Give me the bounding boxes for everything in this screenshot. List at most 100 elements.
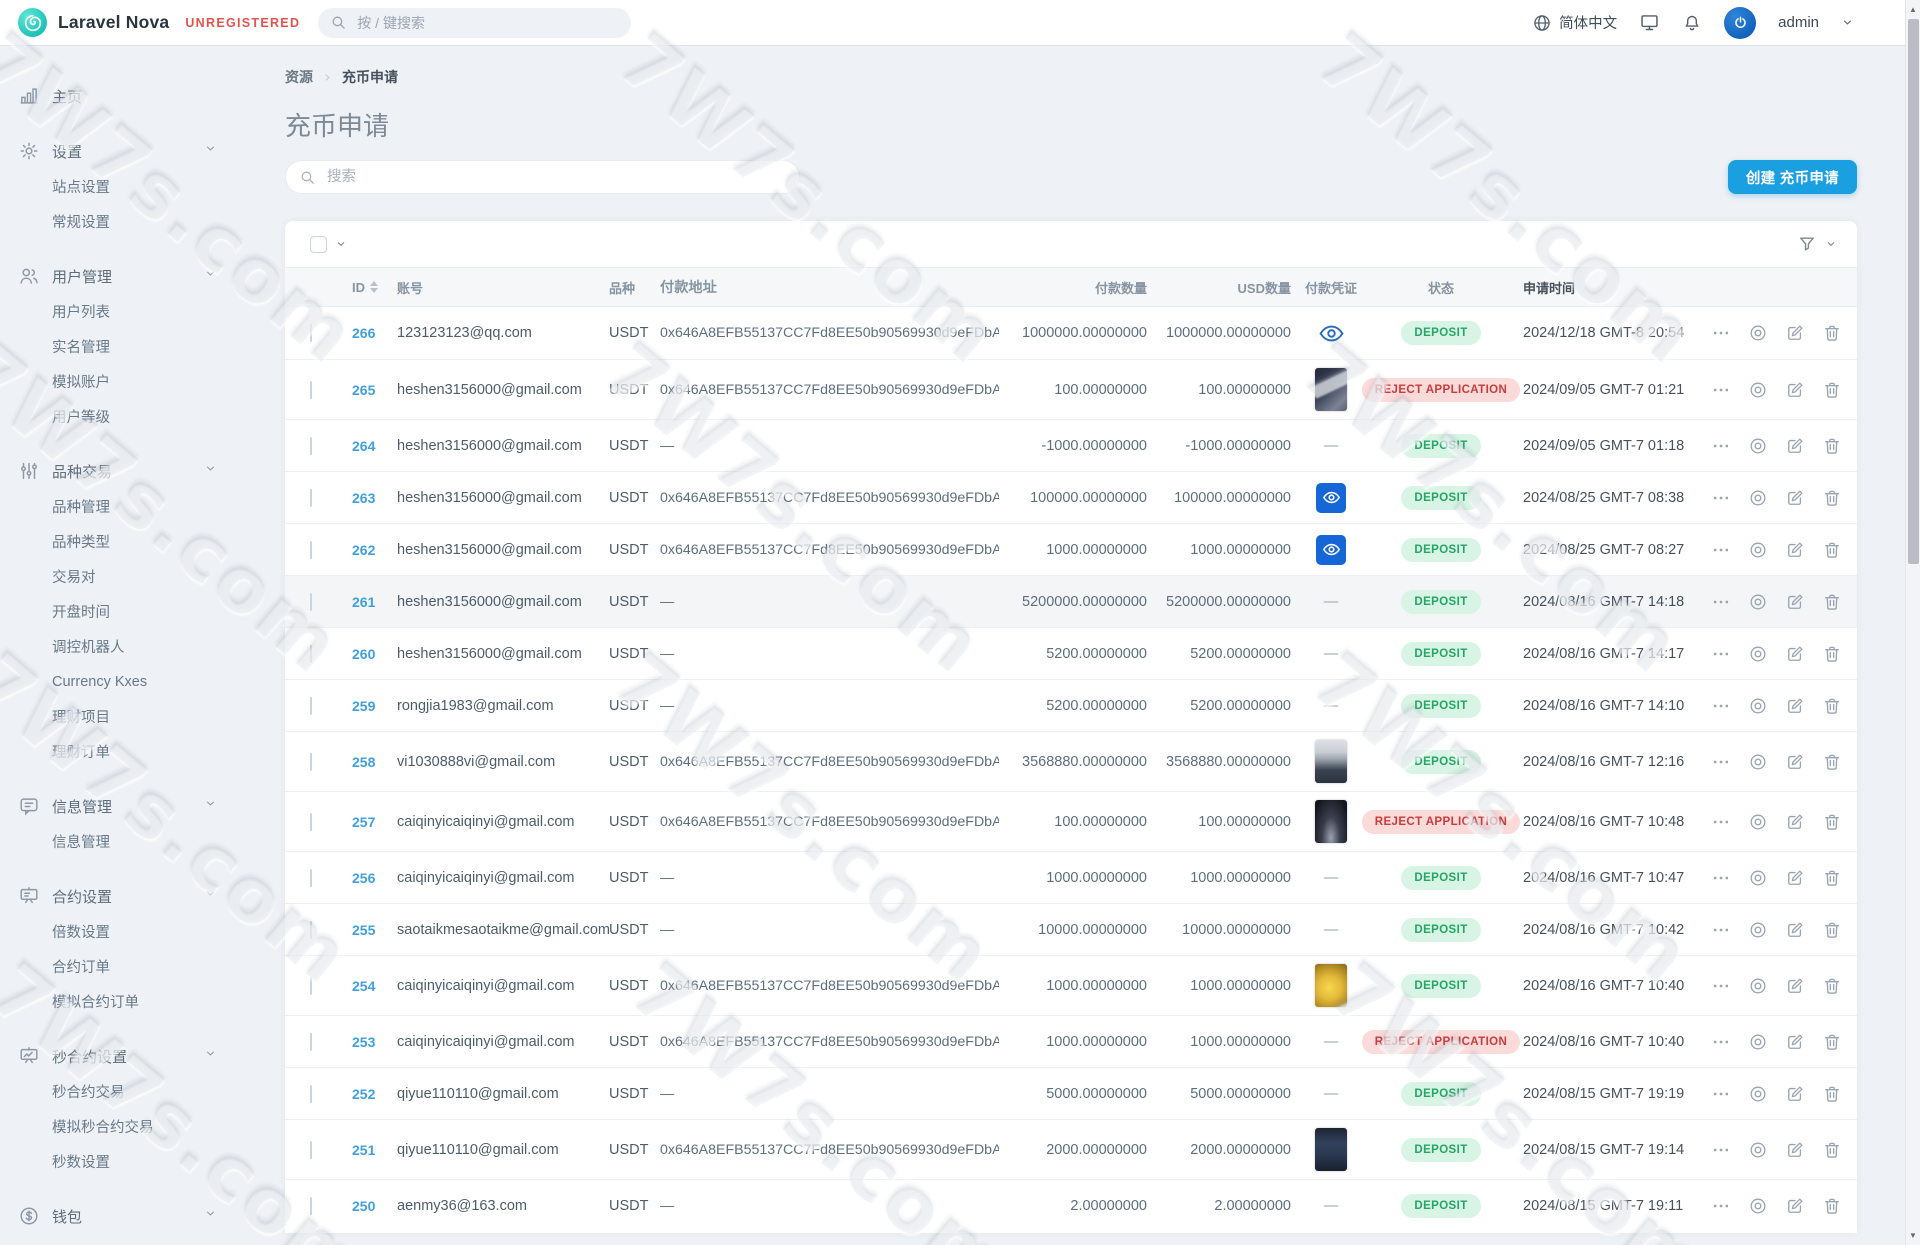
row-checkbox[interactable]	[310, 752, 312, 771]
row-actions-menu-icon[interactable]	[1711, 380, 1731, 400]
row-id-link[interactable]: 253	[352, 1034, 397, 1050]
sidebar-section-5[interactable]: 合约设置	[0, 878, 240, 914]
row-checkbox[interactable]	[310, 1196, 312, 1215]
select-all-checkbox[interactable]	[310, 235, 327, 253]
brand-link[interactable]: Laravel Nova	[18, 8, 169, 37]
sidebar-item[interactable]: 交易对	[0, 559, 240, 594]
row-actions-menu-icon[interactable]	[1711, 920, 1731, 940]
edit-icon[interactable]	[1785, 592, 1805, 612]
row-checkbox[interactable]	[310, 380, 312, 399]
sidebar-item[interactable]: 理财项目	[0, 699, 240, 734]
voucher-thumbnail[interactable]	[1315, 1128, 1347, 1172]
view-icon[interactable]	[1748, 380, 1768, 400]
row-id-link[interactable]: 256	[352, 870, 397, 886]
display-icon[interactable]	[1639, 12, 1660, 33]
edit-icon[interactable]	[1785, 323, 1805, 343]
edit-icon[interactable]	[1785, 380, 1805, 400]
filter-dropdown-chevron-icon[interactable]	[1825, 238, 1837, 250]
delete-icon[interactable]	[1822, 436, 1842, 456]
sidebar-section-4[interactable]: 信息管理	[0, 788, 240, 824]
sidebar-section-1[interactable]: 设置	[0, 133, 240, 169]
delete-icon[interactable]	[1822, 1140, 1842, 1160]
view-icon[interactable]	[1748, 488, 1768, 508]
row-id-link[interactable]: 257	[352, 814, 397, 830]
row-id-link[interactable]: 266	[352, 325, 397, 341]
row-id-link[interactable]: 264	[352, 438, 397, 454]
view-icon[interactable]	[1748, 752, 1768, 772]
row-checkbox[interactable]	[310, 644, 312, 663]
voucher-eye-icon[interactable]	[1316, 534, 1346, 565]
row-id-link[interactable]: 263	[352, 490, 397, 506]
delete-icon[interactable]	[1822, 323, 1842, 343]
row-actions-menu-icon[interactable]	[1711, 436, 1731, 456]
row-actions-menu-icon[interactable]	[1711, 812, 1731, 832]
row-actions-menu-icon[interactable]	[1711, 868, 1731, 888]
row-id-link[interactable]: 261	[352, 594, 397, 610]
sidebar-item[interactable]: 合约订单	[0, 949, 240, 984]
row-checkbox[interactable]	[310, 1140, 312, 1159]
sidebar-item[interactable]: 开盘时间	[0, 594, 240, 629]
scrollbar-thumb[interactable]	[1908, 19, 1919, 564]
row-actions-menu-icon[interactable]	[1711, 752, 1731, 772]
sidebar-item[interactable]: 模拟秒合约交易	[0, 1109, 240, 1144]
delete-icon[interactable]	[1822, 696, 1842, 716]
delete-icon[interactable]	[1822, 868, 1842, 888]
delete-icon[interactable]	[1822, 1084, 1842, 1104]
sidebar-item[interactable]: Currency Kxes	[0, 664, 240, 699]
edit-icon[interactable]	[1785, 436, 1805, 456]
edit-icon[interactable]	[1785, 1196, 1805, 1216]
row-checkbox[interactable]	[310, 324, 312, 343]
row-checkbox[interactable]	[310, 696, 312, 715]
view-icon[interactable]	[1748, 436, 1768, 456]
row-id-link[interactable]: 252	[352, 1086, 397, 1102]
row-actions-menu-icon[interactable]	[1711, 1084, 1731, 1104]
delete-icon[interactable]	[1822, 1196, 1842, 1216]
row-id-link[interactable]: 262	[352, 542, 397, 558]
delete-icon[interactable]	[1822, 380, 1842, 400]
voucher-thumbnail[interactable]	[1315, 740, 1347, 784]
select-all-dropdown-chevron-icon[interactable]	[335, 238, 347, 250]
delete-icon[interactable]	[1822, 920, 1842, 940]
view-icon[interactable]	[1748, 976, 1768, 996]
voucher-thumbnail[interactable]	[1315, 800, 1347, 844]
voucher-thumbnail[interactable]	[1315, 964, 1347, 1008]
vertical-scrollbar[interactable]: ▲ ▼	[1905, 0, 1920, 1245]
view-icon[interactable]	[1748, 920, 1768, 940]
row-id-link[interactable]: 251	[352, 1142, 397, 1158]
resource-search[interactable]	[285, 160, 800, 195]
resource-search-input[interactable]	[325, 168, 786, 187]
user-menu-label[interactable]: admin	[1778, 14, 1819, 31]
view-icon[interactable]	[1748, 323, 1768, 343]
global-search-input[interactable]	[355, 13, 620, 32]
row-checkbox[interactable]	[310, 812, 312, 831]
row-checkbox[interactable]	[310, 1032, 312, 1051]
edit-icon[interactable]	[1785, 752, 1805, 772]
row-actions-menu-icon[interactable]	[1711, 323, 1731, 343]
sidebar-item[interactable]: 调控机器人	[0, 629, 240, 664]
row-actions-menu-icon[interactable]	[1711, 592, 1731, 612]
chevron-down-icon[interactable]	[1841, 16, 1854, 29]
edit-icon[interactable]	[1785, 696, 1805, 716]
edit-icon[interactable]	[1785, 812, 1805, 832]
sidebar-item[interactable]: 站点设置	[0, 169, 240, 204]
sidebar-item[interactable]: 理财订单	[0, 734, 240, 769]
sidebar-section-7[interactable]: 钱包	[0, 1198, 240, 1234]
view-icon[interactable]	[1748, 1140, 1768, 1160]
sidebar-item[interactable]: 模拟账户	[0, 364, 240, 399]
view-icon[interactable]	[1748, 812, 1768, 832]
edit-icon[interactable]	[1785, 644, 1805, 664]
view-icon[interactable]	[1748, 696, 1768, 716]
sidebar-item[interactable]: 品种类型	[0, 524, 240, 559]
edit-icon[interactable]	[1785, 1084, 1805, 1104]
row-actions-menu-icon[interactable]	[1711, 540, 1731, 560]
row-id-link[interactable]: 265	[352, 382, 397, 398]
delete-icon[interactable]	[1822, 752, 1842, 772]
view-icon[interactable]	[1748, 868, 1768, 888]
delete-icon[interactable]	[1822, 540, 1842, 560]
delete-icon[interactable]	[1822, 812, 1842, 832]
create-deposit-button[interactable]: 创建 充币申请	[1727, 160, 1857, 195]
row-id-link[interactable]: 260	[352, 646, 397, 662]
row-actions-menu-icon[interactable]	[1711, 1196, 1731, 1216]
edit-icon[interactable]	[1785, 868, 1805, 888]
view-icon[interactable]	[1748, 1032, 1768, 1052]
